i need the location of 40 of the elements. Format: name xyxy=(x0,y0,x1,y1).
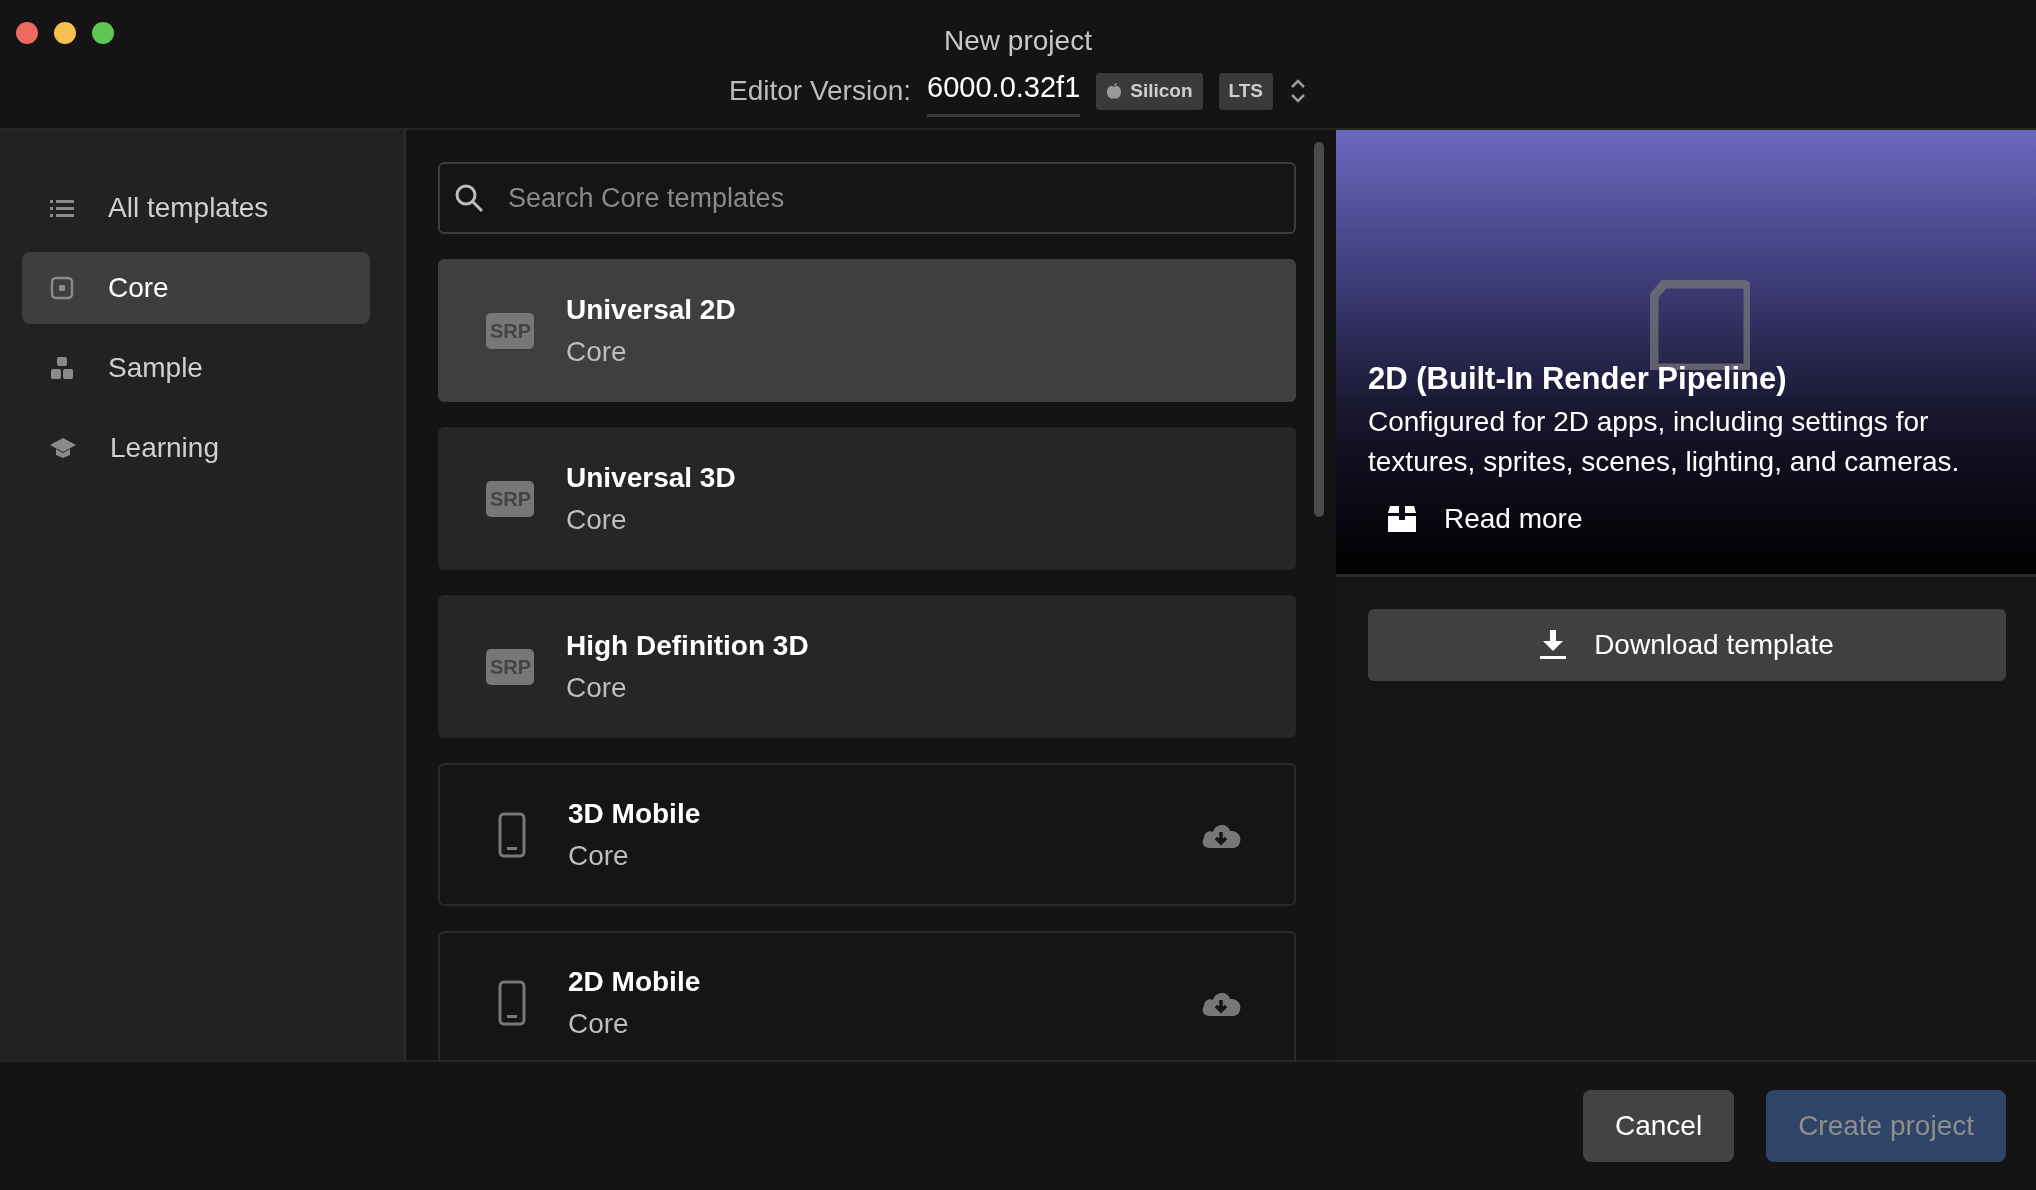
download-icon xyxy=(1540,630,1567,660)
zoom-button[interactable] xyxy=(92,22,114,44)
list-icon xyxy=(50,198,74,218)
sidebar-item[interactable]: All templates xyxy=(22,172,370,244)
graduation-cap-icon xyxy=(50,437,76,459)
window-title: New project xyxy=(944,24,1092,58)
preview-description: Configured for 2D apps, including settings for textures, sprites, scenes, lighting, and cameras. xyxy=(1368,405,1961,479)
template-category: Core xyxy=(566,670,628,705)
download-template-button[interactable]: Download template xyxy=(1368,609,2006,681)
close-button[interactable] xyxy=(16,22,38,44)
template-title: High Definition 3D xyxy=(566,628,809,663)
template-category: Core xyxy=(568,838,630,873)
sidebar-item[interactable]: Core xyxy=(22,252,370,324)
minimize-button[interactable] xyxy=(54,22,76,44)
cancel-button[interactable]: Cancel xyxy=(1582,1090,1735,1162)
search-icon xyxy=(454,183,484,213)
template-title: Universal 3D xyxy=(566,460,736,495)
version-tag: LTS xyxy=(1218,73,1274,110)
template-title: Universal 2D xyxy=(566,292,736,327)
template-category: Core xyxy=(568,1006,630,1041)
phone-icon xyxy=(498,811,526,858)
preview-title: 2D (Built-In Render Pipeline) xyxy=(1368,359,1788,398)
version-selector[interactable]: 6000.0.32f1 xyxy=(927,66,1081,117)
phone-icon xyxy=(498,979,526,1026)
template-category: Core xyxy=(566,502,628,537)
sidebar-item[interactable]: Sample xyxy=(22,332,370,404)
apple-icon xyxy=(1106,82,1123,101)
read-more-link[interactable]: Read more xyxy=(1368,498,1583,540)
template-title: 3D Mobile xyxy=(568,796,701,831)
template-category: Core xyxy=(566,334,628,369)
sidebar-item[interactable]: Learning xyxy=(22,412,370,484)
template-title: 2D Mobile xyxy=(568,964,701,999)
template-card[interactable]: 3D Mobile Core xyxy=(438,763,1296,906)
scrollbar[interactable] xyxy=(1314,142,1324,517)
template-card[interactable]: 2D Mobile Core xyxy=(438,931,1296,1060)
version-tag: Silicon xyxy=(1096,73,1203,110)
search-field[interactable]: Search Core templates xyxy=(438,162,1296,234)
editor-version-label: Editor Version: xyxy=(728,74,912,109)
box-icon xyxy=(1388,506,1416,532)
blocks-icon xyxy=(50,356,74,380)
